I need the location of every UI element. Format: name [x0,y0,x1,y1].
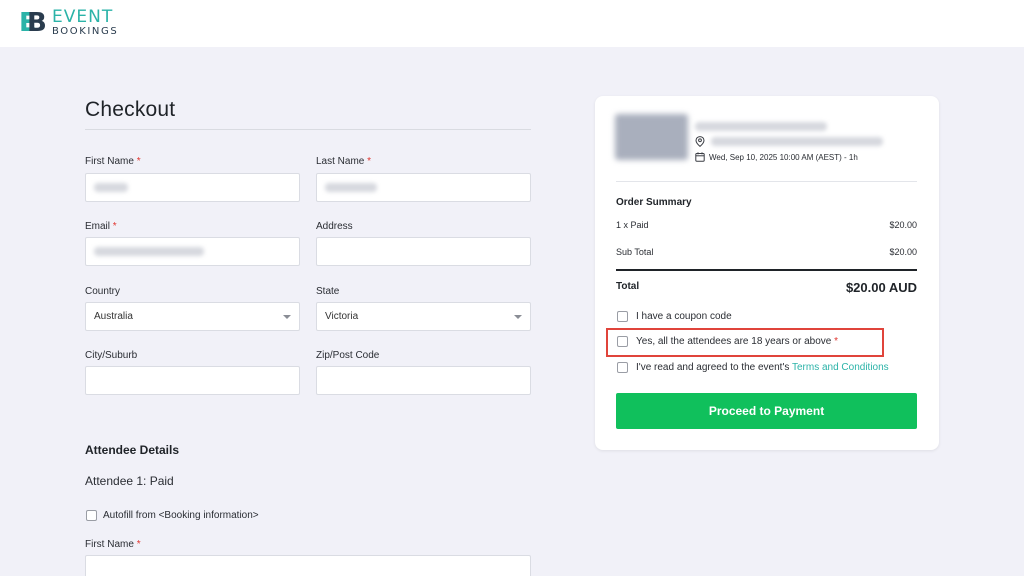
attendee-first-name-input[interactable] [85,555,531,576]
logo-text-bookings: BOOKINGS [52,26,119,37]
proceed-to-payment-button[interactable]: Proceed to Payment [616,393,917,429]
title-divider [85,129,531,130]
chevron-down-icon [514,315,522,319]
event-date-text: Wed, Sep 10, 2025 10:00 AM (AEST) - 1h [709,152,858,162]
top-bar: E B EVENT BOOKINGS [0,0,1024,47]
logo-text-event: EVENT [52,7,114,27]
logo-mark-icon: E B [19,9,47,37]
state-label: State [316,286,340,297]
card-divider [616,181,917,182]
terms-checkbox[interactable] [617,362,628,373]
attendee-details-heading: Attendee Details [85,443,180,457]
zip-input[interactable] [316,366,531,395]
total-divider [616,269,917,271]
state-value: Victoria [325,311,359,322]
country-value: Australia [94,311,133,322]
coupon-checkbox[interactable] [617,311,628,322]
event-name-blurred [695,118,827,131]
age-confirm-highlight [606,328,884,357]
terms-link[interactable]: Terms and Conditions [792,362,889,373]
autofill-label[interactable]: Autofill from <Booking information> [103,510,259,521]
terms-label: I've read and agreed to the event's Term… [636,362,889,373]
total-label: Total [616,281,640,292]
logo-mark-b: B [27,8,47,38]
subtotal-value: $20.00 [889,247,917,257]
location-pin-icon [695,136,705,147]
order-summary-title: Order Summary [616,197,692,208]
attendee-1-heading: Attendee 1: Paid [85,474,174,488]
total-value: $20.00 AUD [845,280,917,295]
item-label: 1 x Paid [616,220,649,230]
coupon-label[interactable]: I have a coupon code [636,311,732,322]
address-label: Address [316,221,353,232]
first-name-input[interactable] [85,173,300,202]
event-thumbnail [615,114,688,160]
event-date: Wed, Sep 10, 2025 10:00 AM (AEST) - 1h [695,152,858,162]
chevron-down-icon [283,315,291,319]
attendee-first-name-label: First Name * [85,539,141,550]
city-input[interactable] [85,366,300,395]
address-input[interactable] [316,237,531,266]
state-select[interactable]: Victoria [316,302,531,331]
page-title: Checkout [85,98,176,121]
subtotal-label: Sub Total [616,247,654,257]
city-label: City/Suburb [85,350,138,361]
email-label: Email * [85,221,117,232]
first-name-label: First Name * [85,156,141,167]
email-input[interactable] [85,237,300,266]
autofill-checkbox[interactable] [86,510,97,521]
event-bookings-logo[interactable]: E B EVENT BOOKINGS [19,7,119,38]
country-select[interactable]: Australia [85,302,300,331]
calendar-icon [695,152,705,162]
zip-label: Zip/Post Code [316,350,380,361]
last-name-label: Last Name * [316,156,372,167]
last-name-input[interactable] [316,173,531,202]
item-value: $20.00 [889,220,917,230]
event-location [695,136,883,147]
page-scrollbar[interactable] [1016,47,1024,576]
country-label: Country [85,286,121,297]
